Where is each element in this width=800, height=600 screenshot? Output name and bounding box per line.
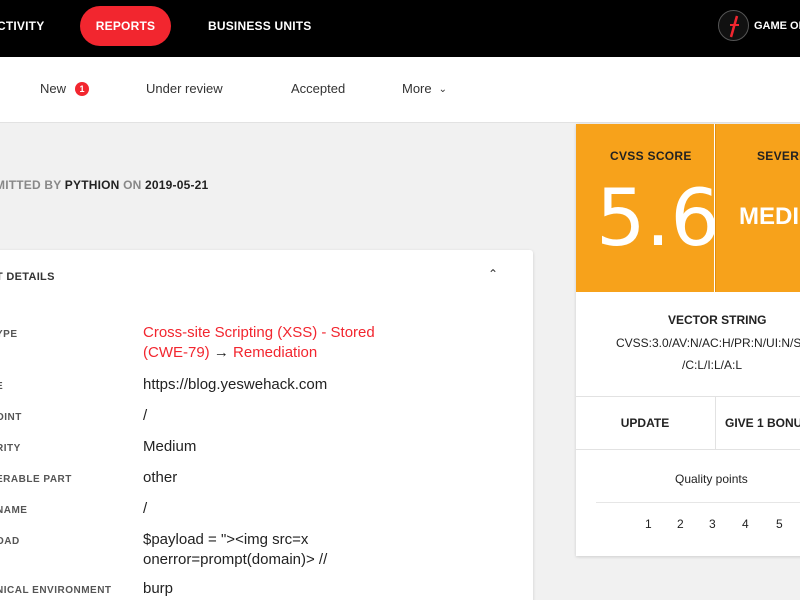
tab-new[interactable]: New 1 — [40, 81, 90, 96]
bug-type-link[interactable]: Cross-site Scripting (XSS) - Stored — [143, 324, 375, 341]
cvss-score-label: CVSS SCORE — [610, 149, 692, 163]
score-panel: CVSS SCORE 5.6 SEVERIT MEDIU VECTOR STRI… — [576, 124, 800, 556]
submitted-prefix: MITTED BY — [0, 178, 62, 192]
brand-logo-icon — [718, 10, 749, 41]
chevron-down-icon: ⌄ — [438, 84, 448, 95]
quality-point-option[interactable]: 3 — [709, 517, 716, 531]
detail-value: other — [143, 469, 178, 486]
tab-more-label: More — [402, 81, 432, 96]
detail-label: E — [0, 381, 3, 392]
tab-new-label: New — [40, 81, 67, 96]
top-navigation: CTIVITY REPORTS BUSINESS UNITS GAME OF — [0, 0, 800, 57]
detail-value: / — [143, 500, 148, 517]
detail-value: Cross-site Scripting (XSS) - Stored (CWE… — [143, 323, 375, 363]
detail-label: RITY — [0, 443, 21, 454]
cwe-link[interactable]: (CWE-79) — [143, 344, 210, 361]
chevron-up-icon[interactable]: ⌃ — [488, 267, 498, 281]
submitted-on: ON — [123, 178, 142, 192]
cvss-score-value: 5.6 — [596, 174, 721, 264]
quality-point-option[interactable]: 2 — [677, 517, 684, 531]
cvss-score-box: CVSS SCORE 5.6 — [576, 124, 720, 292]
detail-label: NAME — [0, 505, 28, 516]
score-actions: UPDATE GIVE 1 BONUS — [576, 396, 800, 450]
tab-more[interactable]: More ⌄ — [402, 81, 447, 96]
give-bonus-button[interactable]: GIVE 1 BONUS — [715, 397, 800, 449]
arrow-right-icon: → — [213, 344, 229, 361]
quality-points-selector: 1 2 3 4 5 — [576, 517, 800, 537]
remediation-link[interactable]: Remediation — [233, 344, 317, 361]
detail-label: OINT — [0, 412, 22, 423]
report-details-card: T DETAILS ⌃ YPE Cross-site Scripting (XS… — [0, 250, 533, 600]
detail-value: Medium — [143, 438, 197, 455]
payload-line-1: $payload = "><img src=x — [143, 531, 309, 548]
detail-label: NICAL ENVIRONMENT — [0, 585, 112, 596]
vector-string-value: CVSS:3.0/AV:N/AC:H/PR:N/UI:N/S — [616, 336, 800, 350]
detail-value: $payload = "><img src=x onerror=prompt(d… — [143, 530, 327, 570]
submitted-date: 2019-05-21 — [145, 178, 209, 192]
tab-accepted[interactable]: Accepted — [291, 81, 345, 96]
quality-points-title: Quality points — [675, 472, 748, 486]
detail-label: ERABLE PART — [0, 474, 72, 485]
quality-point-option[interactable]: 1 — [645, 517, 652, 531]
tab-under-review[interactable]: Under review — [146, 81, 223, 96]
report-tabs: New 1 Under review Accepted More ⌄ — [0, 57, 800, 123]
nav-reports[interactable]: REPORTS — [80, 6, 171, 46]
detail-value: https://blog.yeswehack.com — [143, 376, 328, 393]
detail-label: YPE — [0, 329, 18, 340]
nav-business-units[interactable]: BUSINESS UNITS — [208, 19, 311, 33]
detail-label: OAD — [0, 536, 20, 547]
vector-string-value-cont: /C:L/I:L/A:L — [682, 358, 743, 372]
severity-box: SEVERIT MEDIU — [715, 124, 800, 292]
detail-value: / — [143, 407, 148, 424]
quality-point-option[interactable]: 4 — [742, 517, 749, 531]
submitter-name[interactable]: PYTHION — [65, 178, 120, 192]
vector-string-title: VECTOR STRING — [668, 313, 767, 327]
report-details-header[interactable]: T DETAILS ⌃ — [0, 250, 533, 306]
payload-line-2: onerror=prompt(domain)> // — [143, 551, 328, 568]
severity-label: SEVERIT — [757, 149, 800, 163]
nav-reports-label: REPORTS — [95, 19, 156, 33]
submitted-info: MITTED BY PYTHION ON 2019-05-21 — [0, 178, 208, 192]
severity-value: MEDIU — [739, 203, 800, 230]
brand[interactable]: GAME OF — [718, 10, 800, 41]
quality-point-option[interactable]: 5 — [776, 517, 783, 531]
update-button[interactable]: UPDATE — [576, 397, 714, 449]
brand-name: GAME OF — [754, 19, 800, 32]
divider — [596, 502, 800, 503]
nav-activity[interactable]: CTIVITY — [0, 19, 44, 33]
new-count-badge: 1 — [75, 81, 90, 96]
detail-value: burp — [143, 580, 174, 597]
report-details-title: T DETAILS — [0, 271, 55, 283]
